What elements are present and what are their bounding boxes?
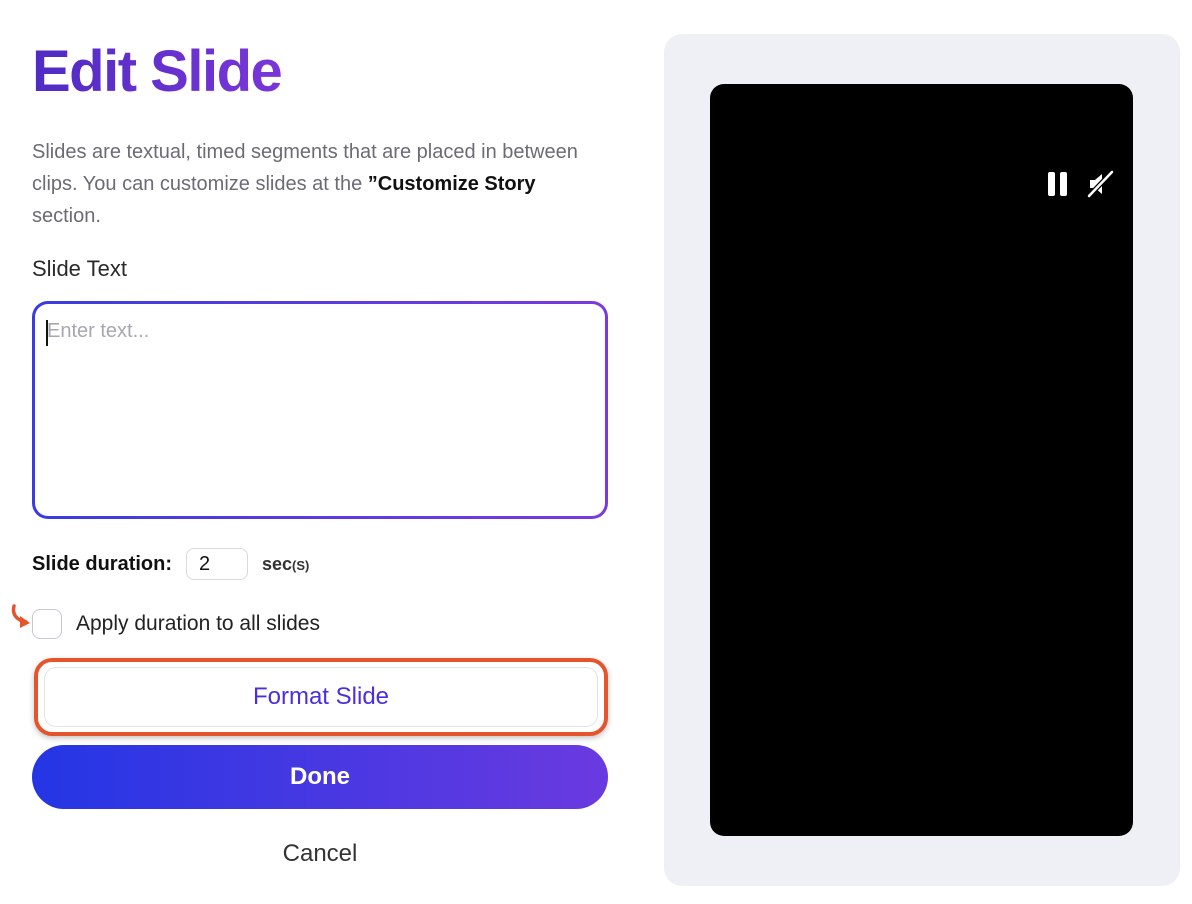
duration-input[interactable] [186,548,248,580]
duration-row: Slide duration: sec(S) [32,546,309,582]
slide-text-input[interactable] [35,304,605,516]
slide-text-field-border [32,301,608,519]
apply-all-row: Apply duration to all slides [32,608,320,640]
apply-all-label: Apply duration to all slides [76,612,320,635]
page-title: Edit Slide [32,36,283,108]
duration-label: Slide duration: [32,552,172,575]
text-caret [46,320,48,346]
slide-text-label: Slide Text [32,256,127,281]
pointer-arrow-icon [11,604,30,628]
done-button[interactable]: Done [32,745,608,809]
pause-icon[interactable] [1046,171,1070,197]
duration-unit-suffix: (S) [292,557,310,573]
cancel-button[interactable]: Cancel [32,836,608,872]
duration-unit: sec(S) [262,554,309,575]
description-text-2: section. [32,205,101,227]
duration-unit-main: sec [262,553,293,574]
mute-icon[interactable] [1085,169,1115,199]
page-description: Slides are textual, timed segments that … [32,136,592,232]
customize-story-link: ”Customize Story [367,173,536,195]
format-slide-button[interactable]: Format Slide [44,667,598,727]
apply-all-checkbox[interactable] [32,609,62,639]
